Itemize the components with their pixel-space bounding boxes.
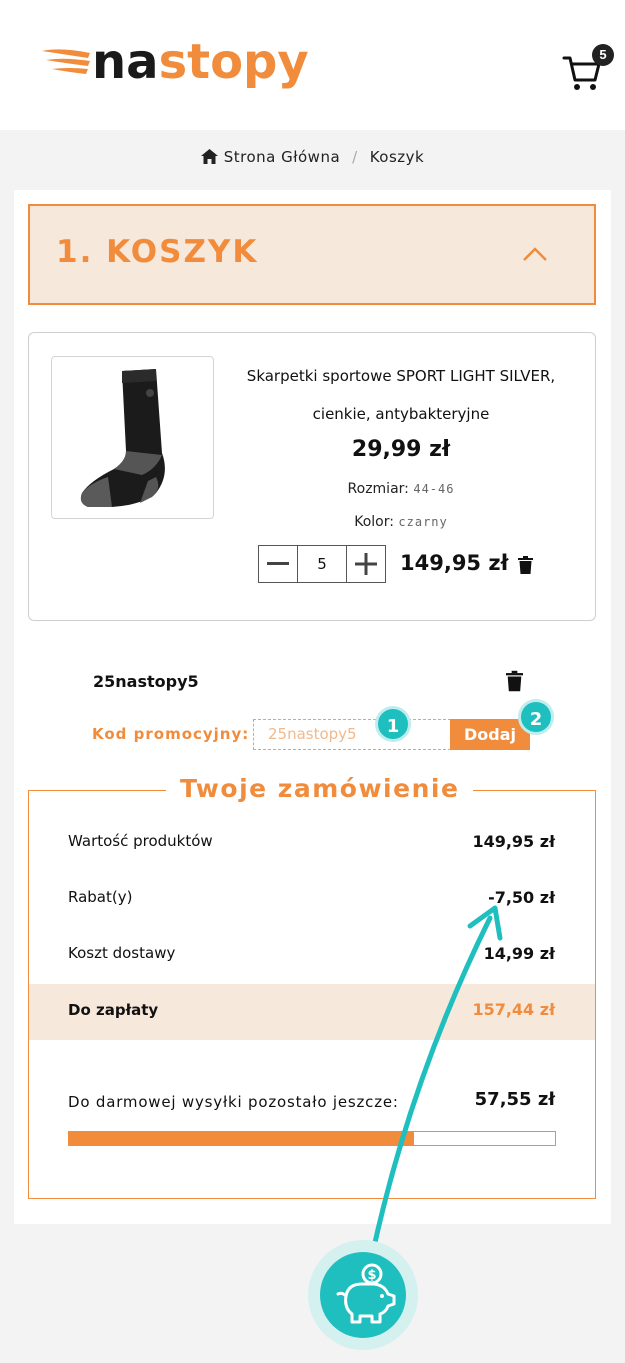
step-2-badge: 2: [518, 699, 554, 735]
discount-label: Rabat(y): [68, 888, 133, 906]
logo-text: nastopy: [92, 34, 309, 90]
step-1-badge: 1: [375, 706, 411, 742]
piggy-bank-badge: $: [320, 1252, 406, 1338]
product-line-total: 149,95 zł: [400, 551, 509, 575]
savings-badge: $: [308, 1240, 418, 1350]
breadcrumb-current: Koszyk: [369, 148, 425, 166]
products-value: 149,95 zł: [472, 832, 555, 851]
product-image[interactable]: [51, 356, 214, 519]
chevron-up-icon[interactable]: [522, 246, 548, 262]
apply-promo-button[interactable]: Dodaj: [450, 719, 530, 750]
increase-quantity-button[interactable]: [347, 546, 385, 582]
free-shipping-progress-bar: [68, 1131, 556, 1146]
product-color-value: czarny: [398, 515, 448, 529]
cart-product-item: Skarpetki sportowe SPORT LIGHT SILVER, c…: [28, 332, 596, 621]
cart-count-badge: 5: [592, 44, 614, 66]
free-shipping-remaining: 57,55 zł: [474, 1089, 555, 1110]
cart-button[interactable]: 5: [562, 44, 614, 90]
promo-code-input[interactable]: 25nastopy5: [253, 719, 451, 750]
cart-section-title: 1. KOSZYK: [56, 234, 259, 270]
quantity-stepper: 5: [258, 545, 386, 583]
free-shipping-label: Do darmowej wysyłki pozostało jeszcze:: [68, 1093, 399, 1111]
decrease-quantity-button[interactable]: [259, 546, 297, 582]
product-size-value: 44-46: [413, 482, 455, 496]
product-color-label: Kolor:: [354, 514, 394, 530]
free-shipping-progress-fill: [69, 1132, 415, 1145]
total-value: 157,44 zł: [472, 1000, 555, 1019]
discount-value: -7,50 zł: [488, 888, 555, 907]
trash-icon[interactable]: [518, 556, 533, 574]
product-unit-price: 29,99 zł: [351, 437, 451, 462]
product-size-label: Rozmiar:: [347, 481, 409, 497]
remove-promo-trash-icon[interactable]: [506, 670, 523, 692]
minus-icon: [267, 562, 289, 565]
logo-wings-icon: [42, 49, 90, 74]
breadcrumb: Strona Główna / Koszyk: [0, 148, 625, 166]
home-icon: [200, 149, 218, 164]
logo[interactable]: nastopy: [40, 38, 309, 86]
breadcrumb-separator: /: [352, 148, 358, 166]
shipping-cost-value: 14,99 zł: [483, 944, 555, 963]
product-name[interactable]: Skarpetki sportowe SPORT LIGHT SILVER, c…: [229, 357, 573, 433]
applied-promo-code: 25nastopy5: [93, 672, 199, 691]
product-size: Rozmiar: 44-46: [229, 481, 573, 497]
sock-image: [80, 369, 165, 507]
breadcrumb-home-link[interactable]: Strona Główna: [224, 148, 340, 166]
svg-text:$: $: [367, 1268, 376, 1283]
shipping-cost-label: Koszt dostawy: [68, 944, 176, 962]
piggy-bank-icon: $: [336, 1263, 396, 1324]
cart-section-header[interactable]: 1. KOSZYK: [28, 204, 596, 305]
total-label: Do zapłaty: [68, 1001, 159, 1019]
product-color: Kolor: czarny: [229, 514, 573, 530]
order-summary-title: Twoje zamówienie: [166, 774, 474, 803]
plus-icon: [355, 553, 377, 575]
products-value-label: Wartość produktów: [68, 832, 213, 850]
site-header: nastopy 5: [0, 0, 625, 130]
quantity-input[interactable]: 5: [297, 546, 347, 582]
promo-code-label: Kod promocyjny:: [92, 725, 250, 743]
